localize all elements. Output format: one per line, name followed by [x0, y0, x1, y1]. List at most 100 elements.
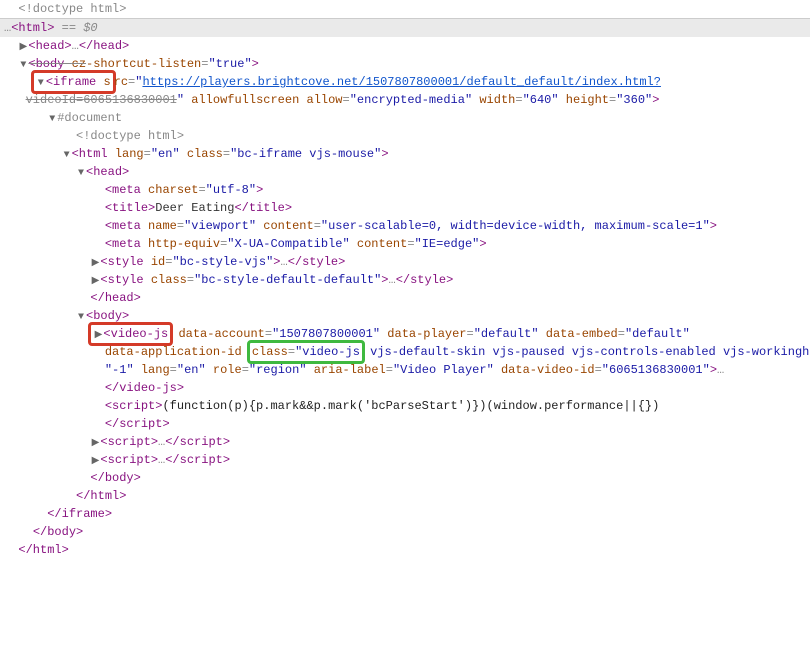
content-attr: content: [263, 219, 313, 233]
videojs-element-line3[interactable]: "-1" lang="en" role="region" aria-label=…: [0, 361, 810, 379]
shadow-document[interactable]: #document: [0, 109, 810, 127]
expand-arrow-icon[interactable]: [18, 40, 28, 55]
head-open-tag: <head>: [86, 165, 129, 179]
head-close: </head>: [79, 39, 129, 53]
collapse-arrow-icon[interactable]: [76, 310, 86, 325]
expand-arrow-icon[interactable]: [90, 256, 100, 271]
class-value: bc-style-default-default: [201, 273, 374, 287]
charset-value: utf-8: [213, 183, 249, 197]
videoid-attr: data-video-id: [501, 363, 595, 377]
script-collapsed-2[interactable]: <script>…</script>: [0, 451, 810, 469]
inner-html-element[interactable]: <html lang="en" class="bc-iframe vjs-mou…: [0, 145, 810, 163]
collapse-arrow-icon[interactable]: [76, 166, 86, 181]
expand-arrow-icon[interactable]: [90, 436, 100, 451]
name-attr: name: [148, 219, 177, 233]
script-close-word: script>: [119, 417, 169, 431]
body-attr-value: true: [216, 57, 245, 71]
allowfullscreen-attr: allowfullscreen: [191, 93, 299, 107]
script-collapsed-1[interactable]: <script>…</script>: [0, 433, 810, 451]
script-inline[interactable]: <script>(function(p){p.mark&&p.mark('bcP…: [0, 397, 810, 415]
meta-http-equiv[interactable]: <meta http-equiv="X-UA-Compatible" conte…: [0, 235, 810, 253]
name-value: viewport: [191, 219, 249, 233]
inner-head-close[interactable]: </head>: [0, 289, 810, 307]
style-element-1[interactable]: <style id="bc-style-vjs">…</style>: [0, 253, 810, 271]
head-open: <head>: [28, 39, 71, 53]
tabindex-value: -1: [112, 363, 126, 377]
inner-doctype-text: <!doctype html>: [76, 129, 184, 143]
videojs-element-line1[interactable]: <video-js data-account="1507807800001" d…: [0, 325, 810, 343]
script-open: <script>: [100, 453, 158, 467]
outer-body-close[interactable]: </body>: [0, 523, 810, 541]
outer-html-close[interactable]: </html>: [0, 541, 810, 559]
expand-arrow-icon[interactable]: [90, 454, 100, 469]
body-close-tag: </body>: [33, 525, 83, 539]
script-open: <script>: [100, 435, 158, 449]
content-value: IE=edge: [422, 237, 472, 251]
devtools-elements-panel[interactable]: <!doctype html> …<html> == $0 <head>…</h…: [0, 0, 810, 662]
html-open-tag: <html>: [11, 21, 54, 35]
iframe-src-link[interactable]: https://players.brightcove.net/150780780…: [142, 75, 660, 89]
iframe-tag: iframe: [53, 75, 96, 89]
class-value-part2: vjs-default-skin vjs-paused vjs-controls…: [363, 345, 810, 359]
width-attr: width: [479, 93, 515, 107]
meta-viewport[interactable]: <meta name="viewport" content="user-scal…: [0, 217, 810, 235]
doctype-line[interactable]: <!doctype html>: [0, 0, 810, 18]
body-close-tag: </body>: [90, 471, 140, 485]
inner-html-close[interactable]: </html>: [0, 487, 810, 505]
title-open: <title>: [105, 201, 155, 215]
class-attr: class: [151, 273, 187, 287]
iframe-element-line2[interactable]: videoId=6065136830001" allowfullscreen a…: [0, 91, 810, 109]
title-text: Deer Eating: [155, 201, 234, 215]
expand-arrow-icon[interactable]: [90, 274, 100, 289]
data-account-value: 1507807800001: [279, 327, 373, 341]
inner-body-close[interactable]: </body>: [0, 469, 810, 487]
httpequiv-value: X-UA-Compatible: [234, 237, 342, 251]
html-element-selected[interactable]: …<html> == $0: [0, 18, 810, 37]
role-value: region: [256, 363, 299, 377]
inner-doctype[interactable]: <!doctype html>: [0, 127, 810, 145]
script-inline-close[interactable]: </script>: [0, 415, 810, 433]
inner-head-open[interactable]: <head>: [0, 163, 810, 181]
id-value: bc-style-vjs: [180, 255, 266, 269]
width-value: 640: [530, 93, 552, 107]
html-close-tag: </html>: [18, 543, 68, 557]
data-embed-value: default: [632, 327, 682, 341]
role-attr: role: [213, 363, 242, 377]
data-account-attr: data-account: [178, 327, 264, 341]
document-label: #document: [57, 111, 122, 125]
collapse-arrow-icon[interactable]: [62, 148, 72, 163]
iframe-close[interactable]: </iframe>: [0, 505, 810, 523]
allow-value: encrypted-media: [357, 93, 465, 107]
videojs-element-line2[interactable]: data-application-id class="video-js vjs-…: [0, 343, 810, 361]
title-element[interactable]: <title>Deer Eating</title>: [0, 199, 810, 217]
collapse-arrow-icon[interactable]: [18, 58, 28, 73]
script-close-slash: </: [105, 417, 119, 431]
iframe-element[interactable]: <iframe src="https://players.brightcove.…: [0, 73, 810, 91]
body-attr-name: -shortcut-listen: [86, 57, 201, 71]
lang-value: en: [184, 363, 198, 377]
script-open: <script>: [105, 399, 163, 413]
collapse-arrow-icon[interactable]: [47, 112, 57, 127]
videoid-value: 6065136830001: [609, 363, 703, 377]
body-element[interactable]: <body cz-shortcut-listen="true">: [0, 55, 810, 73]
lang-value: en: [158, 147, 172, 161]
html-close-tag: </html>: [76, 489, 126, 503]
head-close-tag: </head>: [90, 291, 140, 305]
style-element-2[interactable]: <style class="bc-style-default-default">…: [0, 271, 810, 289]
content-attr: content: [357, 237, 407, 251]
src-attr: rc: [114, 75, 128, 89]
videojs-tag: video-js: [111, 327, 169, 341]
script-code: (function(p){p.mark&&p.mark('bcParseStar…: [162, 399, 659, 413]
meta-charset[interactable]: <meta charset="utf-8">: [0, 181, 810, 199]
selected-marker: == $0: [54, 21, 97, 35]
videojs-close[interactable]: </video-js>: [0, 379, 810, 397]
class-attr: class: [187, 147, 223, 161]
data-app-attr: data-application-id: [105, 345, 242, 359]
collapse-arrow-icon[interactable]: [36, 76, 46, 91]
charset-attr: charset: [148, 183, 198, 197]
data-player-value: default: [481, 327, 531, 341]
aria-attr: aria-label: [314, 363, 386, 377]
expand-arrow-icon[interactable]: [93, 328, 103, 343]
allow-attr: allow: [307, 93, 343, 107]
head-collapsed[interactable]: <head>…</head>: [0, 37, 810, 55]
